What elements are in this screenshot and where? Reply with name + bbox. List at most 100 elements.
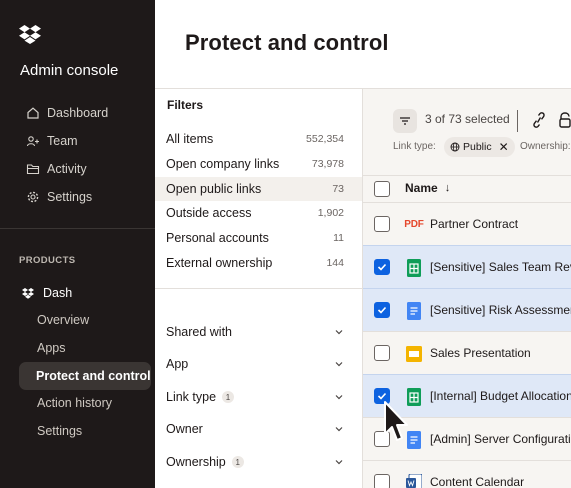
gear-icon xyxy=(26,190,40,204)
dash-logo-icon xyxy=(22,287,34,299)
row-checkbox[interactable] xyxy=(374,216,390,232)
sidebar-item-overview[interactable]: Overview xyxy=(37,309,89,331)
toolbar-separator xyxy=(517,110,518,132)
nav-label: Dashboard xyxy=(47,106,109,120)
globe-icon xyxy=(450,142,460,152)
facet-app[interactable]: App xyxy=(155,353,362,375)
facet-owner[interactable]: Owner xyxy=(155,418,362,440)
filter-count: 73 xyxy=(332,183,344,195)
sidebar-item-apps[interactable]: Apps xyxy=(37,337,66,359)
page-title: Protect and control xyxy=(185,30,389,55)
select-all-checkbox[interactable] xyxy=(374,181,390,197)
link-icon[interactable] xyxy=(531,111,547,129)
document-file-icon xyxy=(404,301,424,320)
facet-label: Shared with xyxy=(166,325,232,339)
facet-text: Shared with xyxy=(166,325,233,339)
spreadsheet-file-icon xyxy=(404,258,424,277)
filter-external-ownership[interactable]: External ownership 144 xyxy=(155,251,362,275)
ownership-label: Ownership: xyxy=(520,141,571,152)
facet-label: Owner xyxy=(166,422,203,436)
facet-text: Link type xyxy=(166,390,217,404)
pdf-label: PDF xyxy=(404,219,424,230)
nav-item-activity[interactable]: Activity xyxy=(20,157,87,181)
filter-label: All items xyxy=(166,132,214,146)
column-name-label: Name xyxy=(405,181,438,195)
pdf-file-icon: PDF xyxy=(404,215,424,234)
chip-label: Public xyxy=(463,141,492,153)
filter-lines-icon xyxy=(400,117,410,125)
facet-link-type[interactable]: Link type 1 xyxy=(155,386,362,408)
products-section-label: PRODUCTS xyxy=(19,255,76,266)
slides-file-icon xyxy=(404,344,424,363)
facet-label: Ownership 1 xyxy=(166,455,244,469)
facet-label: App xyxy=(166,357,188,371)
column-header-name[interactable]: Name ↓ xyxy=(405,181,450,195)
team-icon xyxy=(26,134,40,148)
facet-shared-with[interactable]: Shared with xyxy=(155,321,362,343)
filter-all-items[interactable]: All items 552,354 xyxy=(155,127,362,151)
row-checkbox[interactable] xyxy=(374,302,390,318)
filter-outside-access[interactable]: Outside access 1,902 xyxy=(155,201,362,225)
filter-toggle-button[interactable] xyxy=(393,109,417,133)
filter-label: Personal accounts xyxy=(166,231,269,245)
chevron-down-icon xyxy=(334,359,344,369)
table-row[interactable]: PDF Partner Contract xyxy=(363,202,571,245)
table-row[interactable]: [Sensitive] Risk Assessmen xyxy=(363,288,571,331)
nav-label: Settings xyxy=(47,190,93,204)
filter-personal-accounts[interactable]: Personal accounts 11 xyxy=(155,226,362,250)
table-row[interactable]: Content Calendar xyxy=(363,460,571,488)
product-dash[interactable]: Dash xyxy=(22,283,72,303)
sidebar-item-protect-and-control[interactable]: Protect and control xyxy=(19,362,151,390)
sidebar: Admin console Dashboard Team Activity Se… xyxy=(0,0,155,488)
nav-label: Activity xyxy=(47,162,87,176)
close-icon[interactable]: ✕ xyxy=(499,140,509,154)
filters-title: Filters xyxy=(167,98,204,112)
file-name: [Sensitive] Sales Team Revi xyxy=(430,260,571,274)
folder-icon xyxy=(26,162,40,176)
sidebar-item-settings[interactable]: Settings xyxy=(37,420,82,442)
facet-text: Owner xyxy=(166,422,203,436)
filter-label: Open public links xyxy=(166,182,262,196)
sidebar-divider xyxy=(0,228,155,229)
selection-count: 3 of 73 selected xyxy=(425,112,510,126)
filters-panel: Filters All items 552,354 Open company l… xyxy=(155,89,363,488)
nav-item-settings[interactable]: Settings xyxy=(20,185,92,209)
facet-text: Ownership xyxy=(166,455,226,469)
row-checkbox[interactable] xyxy=(374,474,390,488)
row-checkbox[interactable] xyxy=(374,345,390,361)
lock-icon[interactable] xyxy=(557,111,571,129)
nav-label: Team xyxy=(47,134,78,148)
nav-item-dashboard[interactable]: Dashboard xyxy=(20,101,108,125)
filter-count: 73,978 xyxy=(311,158,344,170)
file-name: Content Calendar xyxy=(430,475,525,488)
chevron-down-icon xyxy=(334,327,344,337)
word-file-icon xyxy=(404,473,424,488)
public-filter-chip[interactable]: Public ✕ xyxy=(444,137,515,157)
filter-count: 552,354 xyxy=(306,133,344,145)
table-row[interactable]: [Sensitive] Sales Team Revi xyxy=(363,245,571,288)
dropbox-logo-icon[interactable] xyxy=(19,24,41,44)
filter-count: 11 xyxy=(333,232,344,244)
filter-label: Outside access xyxy=(166,206,252,220)
filter-open-company-links[interactable]: Open company links 73,978 xyxy=(155,152,362,176)
facet-count-badge: 1 xyxy=(222,391,235,403)
filter-label: External ownership xyxy=(166,256,273,270)
facet-label: Link type 1 xyxy=(166,390,235,404)
chevron-down-icon xyxy=(334,457,344,467)
sort-arrow-icon: ↓ xyxy=(444,182,451,194)
facet-ownership[interactable]: Ownership 1 xyxy=(155,451,362,473)
table-row[interactable]: Sales Presentation xyxy=(363,331,571,374)
file-name: Sales Presentation xyxy=(430,346,531,360)
nav-item-team[interactable]: Team xyxy=(20,129,78,153)
file-name: [Admin] Server Configurati xyxy=(430,432,571,446)
chevron-down-icon xyxy=(334,392,344,402)
file-name: [Sensitive] Risk Assessmen xyxy=(430,303,571,317)
chevron-down-icon xyxy=(334,424,344,434)
table-header-divider xyxy=(363,175,571,176)
filter-label: Open company links xyxy=(166,157,280,171)
row-checkbox[interactable] xyxy=(374,259,390,275)
filter-count: 144 xyxy=(326,257,344,269)
facet-count-badge: 1 xyxy=(231,456,244,468)
sidebar-item-action-history[interactable]: Action history xyxy=(37,392,112,414)
filter-open-public-links[interactable]: Open public links 73 xyxy=(155,177,362,201)
